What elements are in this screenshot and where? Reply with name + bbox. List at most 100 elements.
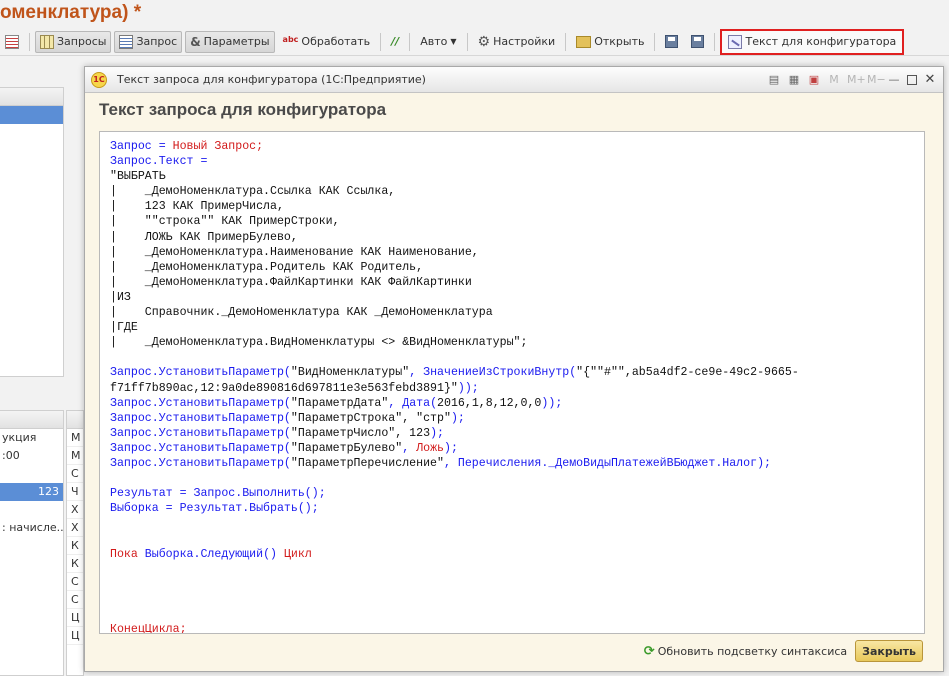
code-token: | 123 КАК ПримерЧисла,: [110, 200, 284, 214]
document-icon[interactable]: ▤: [767, 73, 781, 86]
results-cell[interactable]: К: [67, 537, 83, 555]
query-button-label: Запрос: [136, 35, 178, 48]
auto-dropdown-label: Авто: [420, 35, 448, 48]
process-button-label: Обработать: [301, 35, 371, 48]
configurator-text-dialog: 1С Текст запроса для конфигуратора (1С:П…: [84, 66, 944, 672]
results-cell[interactable]: М: [67, 429, 83, 447]
app-logo-icon: 1С: [91, 71, 107, 88]
results-cell[interactable]: С: [67, 465, 83, 483]
parameter-row[interactable]: : начисле...: [0, 519, 63, 537]
toolbar-separator: [466, 32, 468, 51]
settings-button[interactable]: ⚙ Настройки: [473, 31, 561, 53]
configurator-icon: [728, 34, 743, 49]
code-line: | _ДемоНоменклатура.ВидНоменклатуры <> &…: [110, 335, 914, 350]
code-token: Перечисления._ДемоВидыПлатежейВБюджет.На…: [457, 456, 758, 470]
code-token: Дата(: [402, 396, 438, 410]
folder-open-icon: [576, 35, 592, 48]
code-token: Ложь: [416, 441, 444, 455]
close-button[interactable]: Закрыть: [855, 640, 923, 662]
auto-dropdown[interactable]: Авто ▼: [415, 31, 461, 53]
memory-plus-icon[interactable]: M+: [847, 73, 866, 86]
code-token: | _ДемоНоменклатура.Ссылка КАК Ссылка,: [110, 185, 396, 199]
code-token: "{""#"",ab5a4df2-ce9e-49c2-9665-: [576, 366, 799, 380]
query-button[interactable]: Запрос: [114, 30, 183, 53]
code-line: Запрос.Текст =: [110, 154, 914, 169]
code-token: ));: [457, 381, 479, 395]
queries-button-label: Запросы: [57, 35, 107, 48]
memory-icon[interactable]: M: [827, 73, 841, 86]
code-token: Результат = Запрос.Выполнить();: [110, 487, 326, 501]
code-line: Запрос.УстановитьПараметр("ПараметрБулев…: [110, 441, 914, 456]
code-token: | ЛОЖЬ КАК ПримерБулево,: [110, 230, 298, 244]
toolbar-separator: [565, 32, 567, 51]
comment-button[interactable]: //: [386, 31, 404, 53]
code-line: Выборка = Результат.Выбрать();: [110, 501, 914, 516]
code-line: Запрос.УстановитьПараметр("ВидНоменклату…: [110, 365, 914, 380]
minimize-icon[interactable]: —: [887, 73, 901, 86]
code-token: | _ДемоНоменклатура.ФайлКартинки КАК Фай…: [110, 275, 472, 289]
refresh-syntax-button[interactable]: ⟳ Обновить подсветку синтаксиса: [644, 644, 847, 659]
results-cell[interactable]: К: [67, 555, 83, 573]
results-cell[interactable]: Ц: [67, 609, 83, 627]
code-token: ,: [409, 366, 424, 380]
dialog-titlebar[interactable]: 1С Текст запроса для конфигуратора (1С:П…: [85, 67, 943, 93]
code-line: | _ДемоНоменклатура.Ссылка КАК Ссылка,: [110, 184, 914, 199]
code-token: | Справочник._ДемоНоменклатура КАК _Демо…: [110, 306, 493, 320]
results-cell[interactable]: С: [67, 573, 83, 591]
results-cell[interactable]: Ч: [67, 483, 83, 501]
code-token: "ВЫБРАТЬ: [110, 170, 166, 184]
save-as-button[interactable]: [686, 31, 709, 53]
parameters-panel-header: [0, 411, 63, 429]
query-list-selected-row[interactable]: [0, 106, 63, 124]
chevron-down-icon: ▼: [450, 37, 457, 46]
open-button-label: Открыть: [594, 35, 645, 48]
process-button[interactable]: abc Обработать: [278, 31, 376, 53]
parameter-row[interactable]: [0, 501, 63, 519]
parameters-button[interactable]: & Параметры: [185, 30, 275, 53]
code-token: Запрос.УстановитьПараметр(: [110, 396, 291, 410]
parameter-row[interactable]: укция: [0, 429, 63, 447]
calculator-icon[interactable]: ▦: [787, 73, 801, 86]
code-token: | _ДемоНоменклатура.Наименование КАК Наи…: [110, 245, 479, 259]
code-token: Запрос.УстановитьПараметр(: [110, 366, 291, 380]
code-line: Запрос = Новый Запрос;: [110, 139, 914, 154]
code-token: Пока: [110, 547, 145, 561]
results-cell[interactable]: Х: [67, 501, 83, 519]
memory-minus-icon[interactable]: M−: [867, 73, 886, 86]
code-token: Новый Запрос;: [172, 140, 264, 153]
code-line: Запрос.УстановитьПараметр("ПараметрПереч…: [110, 456, 914, 471]
code-token: "ПараметрПеречисление": [290, 456, 444, 470]
code-token: Цикл: [283, 547, 312, 561]
dialog-window-title: Текст запроса для конфигуратора (1С:Пред…: [117, 73, 426, 86]
configurator-text-button[interactable]: Текст для конфигуратора: [720, 28, 905, 55]
comment-slashes-icon: //: [391, 34, 400, 48]
parameter-row[interactable]: [0, 465, 63, 483]
dialog-footer: ⟳ Обновить подсветку синтаксиса Закрыть: [85, 639, 943, 663]
calendar-icon[interactable]: ▣: [807, 73, 821, 86]
results-cell[interactable]: М: [67, 447, 83, 465]
list-icon: [5, 34, 19, 49]
queries-button[interactable]: Запросы: [35, 30, 112, 53]
save-button[interactable]: [660, 31, 683, 53]
code-line: |ГДЕ: [110, 320, 914, 335]
results-cell[interactable]: Х: [67, 519, 83, 537]
code-line: "ВЫБРАТЬ: [110, 169, 914, 184]
maximize-icon[interactable]: [907, 74, 917, 85]
results-cell[interactable]: С: [67, 591, 83, 609]
list-icon-button[interactable]: [0, 31, 24, 53]
code-line: Результат = Запрос.Выполнить();: [110, 486, 914, 501]
parameters-button-label: Параметры: [203, 35, 270, 48]
results-column: М М С Ч Х Х К К С С Ц Ц: [66, 410, 84, 676]
close-icon[interactable]: ✕: [923, 72, 937, 87]
parameter-row-selected[interactable]: 123: [0, 483, 63, 501]
code-token: );: [450, 411, 465, 425]
parameter-row[interactable]: :00: [0, 447, 63, 465]
open-button[interactable]: Открыть: [571, 31, 649, 53]
query-list-panel: [0, 87, 64, 377]
code-editor[interactable]: Запрос = Новый Запрос; Запрос.Текст = "ВЫБ…: [99, 131, 925, 634]
toolbar-separator: [654, 32, 656, 51]
results-cell[interactable]: Ц: [67, 627, 83, 645]
